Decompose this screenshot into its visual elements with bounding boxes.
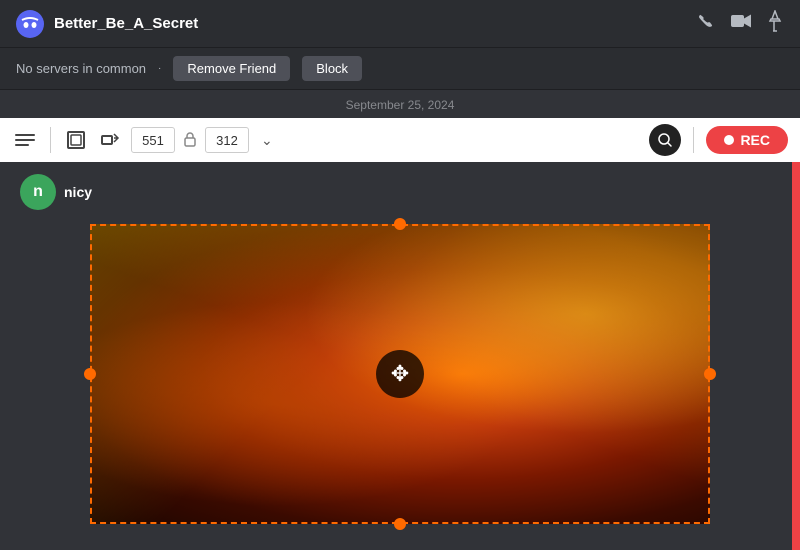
username-label: nicy [64,184,92,200]
resize-handle-top[interactable] [394,218,406,230]
video-icon[interactable] [730,13,752,34]
main-content: n nicy ✥ [0,162,800,550]
resize-handle-bottom[interactable] [394,518,406,530]
no-servers-text: No servers in common [16,61,146,76]
discord-logo-icon [16,10,44,38]
rec-label: REC [740,132,770,148]
window-title: Better_Be_A_Secret [54,15,696,32]
list-icon-button[interactable] [12,129,38,151]
phone-icon[interactable] [696,11,716,36]
search-icon-button[interactable] [649,124,681,156]
chevron-down-button[interactable]: ⌄ [257,130,277,151]
title-bar: Better_Be_A_Secret [0,0,800,48]
resize-handle-right[interactable] [704,368,716,380]
date-text: September 25, 2024 [346,98,455,112]
rec-dot-icon [724,135,734,145]
resize-icon-button[interactable] [97,127,123,153]
user-row: n nicy [20,174,92,210]
width-input[interactable] [131,127,175,153]
date-label: September 25, 2024 [0,90,800,118]
frame-icon-button[interactable] [63,127,89,153]
resize-handle-left[interactable] [84,368,96,380]
height-input[interactable] [205,127,249,153]
user-bar: No servers in common · Remove Friend Blo… [0,48,800,90]
toolbar-separator-2 [693,127,694,153]
move-cursor-icon: ✥ [391,361,409,387]
avatar: n [20,174,56,210]
rec-button[interactable]: REC [706,126,788,154]
toolbar: ⌄ REC [0,118,800,162]
pin-icon[interactable] [766,10,784,37]
move-cursor[interactable]: ✥ [376,350,424,398]
right-accent-bar [792,162,800,550]
dot-separator: · [158,63,161,74]
selection-wrapper: ✥ [90,224,710,524]
remove-friend-button[interactable]: Remove Friend [173,56,290,81]
toolbar-separator-1 [50,127,51,153]
title-bar-actions [696,10,784,37]
block-button[interactable]: Block [302,56,362,81]
avatar-initial: n [33,183,43,201]
lock-icon [183,131,197,150]
